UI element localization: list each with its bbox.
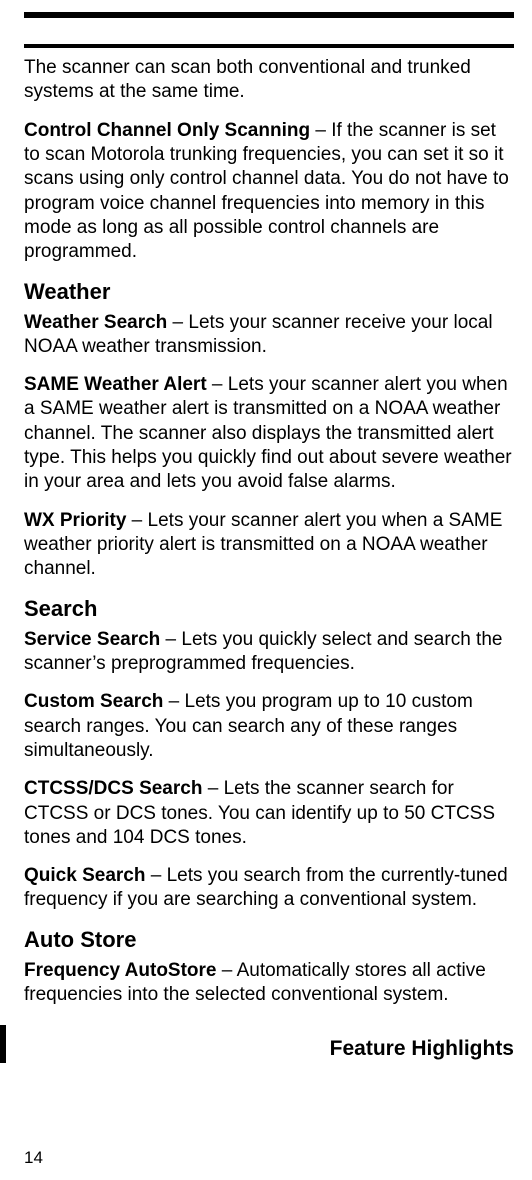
top-thick-rule [24, 12, 514, 18]
service-search-term: Service Search [24, 629, 160, 650]
wx-priority-term: WX Priority [24, 510, 126, 531]
autostore-heading: Auto Store [24, 927, 514, 953]
ctcss-search-term: CTCSS/DCS Search [24, 778, 202, 799]
wx-priority-paragraph: WX Priority – Lets your scanner alert yo… [24, 509, 514, 582]
weather-search-term: Weather Search [24, 312, 167, 333]
ctcss-search-paragraph: CTCSS/DCS Search – Lets the scanner sear… [24, 777, 514, 850]
page-number: 14 [24, 1148, 43, 1168]
intro-paragraph: The scanner can scan both conventional a… [24, 56, 514, 105]
control-channel-text: – If the scanner is set to scan Motorola… [24, 120, 509, 263]
footer-section-title: Feature Highlights [24, 1037, 514, 1061]
custom-search-term: Custom Search [24, 691, 163, 712]
search-heading: Search [24, 596, 514, 622]
freq-autostore-paragraph: Frequency AutoStore – Automatically stor… [24, 959, 514, 1008]
weather-search-paragraph: Weather Search – Lets your scanner recei… [24, 311, 514, 360]
quick-search-term: Quick Search [24, 865, 145, 886]
service-search-paragraph: Service Search – Lets you quickly select… [24, 628, 514, 677]
revision-bar [0, 1025, 6, 1063]
same-alert-paragraph: SAME Weather Alert – Lets your scanner a… [24, 373, 514, 495]
custom-search-paragraph: Custom Search – Lets you program up to 1… [24, 690, 514, 763]
quick-search-paragraph: Quick Search – Lets you search from the … [24, 864, 514, 913]
control-channel-paragraph: Control Channel Only Scanning – If the s… [24, 119, 514, 265]
hairline-rule [24, 47, 514, 48]
freq-autostore-term: Frequency AutoStore [24, 960, 217, 981]
weather-heading: Weather [24, 279, 514, 305]
control-channel-term: Control Channel Only Scanning [24, 120, 310, 141]
same-alert-term: SAME Weather Alert [24, 374, 207, 395]
